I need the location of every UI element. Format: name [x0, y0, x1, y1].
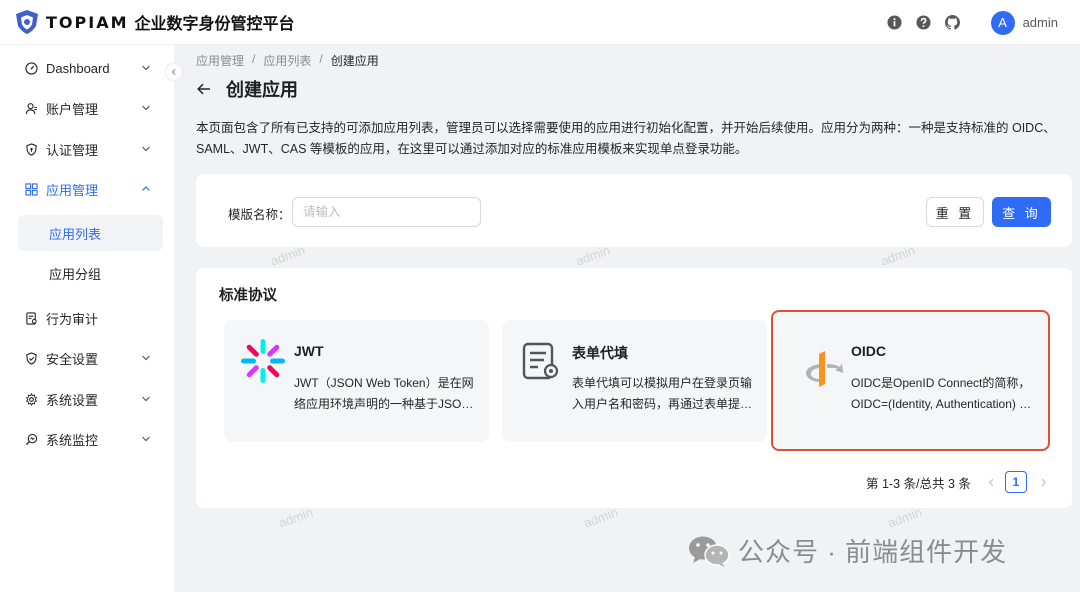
- reset-button[interactable]: 重 置: [926, 197, 984, 227]
- page-header: 创建应用: [196, 76, 298, 102]
- sidebar-item-label: Dashboard: [46, 60, 110, 76]
- sidebar-item-label: 安全设置: [46, 351, 99, 367]
- app-card-form-fill[interactable]: 表单代填 表单代填可以模拟用户在登录页输入用户名和密码，再通过表单提交的方式登录: [502, 320, 767, 442]
- safety-icon: [24, 351, 38, 365]
- page-number-button[interactable]: 1: [1004, 471, 1027, 493]
- template-name-input[interactable]: [292, 197, 481, 227]
- page-title: 创建应用: [226, 80, 298, 100]
- app-name: JWT: [294, 343, 324, 359]
- watermark: admin: [276, 504, 315, 531]
- logo-word: TOPIAM: [46, 12, 129, 32]
- sidebar-subitem-app-list[interactable]: 应用列表: [18, 215, 163, 251]
- topiam-shield-logo: [16, 10, 38, 34]
- apps-icon: [24, 182, 38, 196]
- app-name: 表单代填: [572, 345, 628, 361]
- breadcrumb-item[interactable]: 应用管理: [196, 52, 244, 69]
- sidebar-item-authentication[interactable]: 认证管理: [18, 131, 163, 167]
- help-icon[interactable]: [916, 15, 932, 31]
- user-avatar[interactable]: A: [990, 10, 1015, 35]
- app-description: JWT（JSON Web Token）是在网络应用环境声明的一种基于JSON的开…: [294, 376, 474, 411]
- form-fill-logo-icon: [522, 342, 559, 380]
- chevron-down-icon: [142, 105, 150, 111]
- logo[interactable]: TOPIAM 企业数字身份管控平台: [14, 9, 295, 35]
- chevron-down-icon: [142, 355, 150, 361]
- breadcrumb-current: 创建应用: [330, 54, 379, 68]
- chevron-left-icon: [171, 68, 176, 76]
- wechat-brand-text: 公众号 · 前端组件开发: [738, 537, 1008, 567]
- page-description: 本页面包含了所有已支持的可添加应用列表，管理员可以选择需要使用的应用进行初始化配…: [196, 121, 1056, 156]
- chevron-left-icon[interactable]: [985, 475, 999, 489]
- query-button[interactable]: 查 询: [992, 197, 1051, 227]
- section-title: 标准协议: [219, 288, 277, 304]
- app-name: OIDC: [851, 343, 886, 359]
- dashboard-icon: [24, 61, 38, 75]
- wechat-brand-overlay: 公众号 · 前端组件开发: [688, 532, 1007, 569]
- arrow-left-icon[interactable]: [196, 81, 212, 97]
- sidebar-item-audit[interactable]: 行为审计: [18, 300, 163, 336]
- sidebar: Dashboard 账户管理 认证管理 应用管理 应用列表 应用分组 行为审计 …: [0, 45, 183, 592]
- sidebar-item-label: 系统设置: [46, 392, 99, 408]
- shield-icon: [24, 142, 38, 156]
- breadcrumb: 应用管理 / 应用列表 / 创建应用: [196, 52, 379, 69]
- breadcrumb-separator: /: [319, 52, 323, 66]
- chevron-down-icon: [142, 396, 150, 402]
- info-icon[interactable]: [887, 15, 903, 31]
- sidebar-subitem-app-groups[interactable]: 应用分组: [18, 255, 163, 291]
- app-description: 表单代填可以模拟用户在登录页输入用户名和密码，再通过表单提交的方式登录: [572, 376, 753, 411]
- gear-icon: [24, 392, 38, 406]
- github-icon[interactable]: [945, 15, 961, 31]
- template-name-label: 模版名称：: [228, 208, 291, 222]
- template-list-card: 标准协议 JWT JWT（JSON Web Token）是在网络应用环境声明的一…: [196, 268, 1072, 508]
- top-header: TOPIAM 企业数字身份管控平台 A admin: [0, 0, 1080, 45]
- sidebar-collapse-button[interactable]: [165, 63, 183, 81]
- chevron-up-icon: [142, 186, 150, 191]
- chevron-down-icon: [142, 436, 150, 442]
- pagination: 第 1-3 条/总共 3 条 1: [866, 471, 1051, 493]
- app-description: OIDC是OpenID Connect的简称，OIDC=(Identity, A…: [851, 376, 1031, 411]
- sidebar-item-app-management[interactable]: 应用管理: [18, 171, 163, 207]
- monitor-icon: [24, 432, 38, 446]
- sidebar-item-label: 系统监控: [46, 432, 99, 448]
- chevron-down-icon: [142, 65, 150, 71]
- sidebar-item-system-settings[interactable]: 系统设置: [18, 381, 163, 417]
- breadcrumb-separator: /: [252, 52, 256, 66]
- wechat-icon: [689, 536, 730, 567]
- sidebar-item-label: 行为审计: [46, 311, 99, 327]
- jwt-logo-icon: [241, 339, 285, 383]
- watermark: admin: [581, 504, 620, 531]
- breadcrumb-item[interactable]: 应用列表: [263, 52, 311, 69]
- app-card-oidc[interactable]: OIDC OIDC是OpenID Connect的简称，OIDC=(Identi…: [771, 310, 1050, 451]
- sidebar-item-system-monitor[interactable]: 系统监控: [18, 421, 163, 457]
- sidebar-item-label: 应用管理: [46, 182, 99, 198]
- platform-title: 企业数字身份管控平台: [134, 16, 295, 33]
- audit-icon: [24, 311, 38, 325]
- sidebar-item-label: 认证管理: [46, 142, 99, 158]
- watermark: admin: [885, 504, 924, 531]
- sidebar-item-security[interactable]: 安全设置: [18, 340, 163, 376]
- username[interactable]: admin: [1023, 15, 1058, 30]
- user-icon: [24, 101, 38, 115]
- pagination-summary: 第 1-3 条/总共 3 条: [866, 476, 971, 491]
- chevron-right-icon[interactable]: [1037, 475, 1051, 489]
- sidebar-item-accounts[interactable]: 账户管理: [18, 90, 163, 126]
- openid-logo-icon: [805, 351, 843, 387]
- sidebar-item-dashboard[interactable]: Dashboard: [18, 50, 163, 86]
- sidebar-item-label: 账户管理: [46, 101, 99, 117]
- app-card-jwt[interactable]: JWT JWT（JSON Web Token）是在网络应用环境声明的一种基于JS…: [224, 320, 489, 442]
- chevron-down-icon: [142, 146, 150, 152]
- filter-card: 模版名称： 重 置 查 询: [196, 174, 1072, 247]
